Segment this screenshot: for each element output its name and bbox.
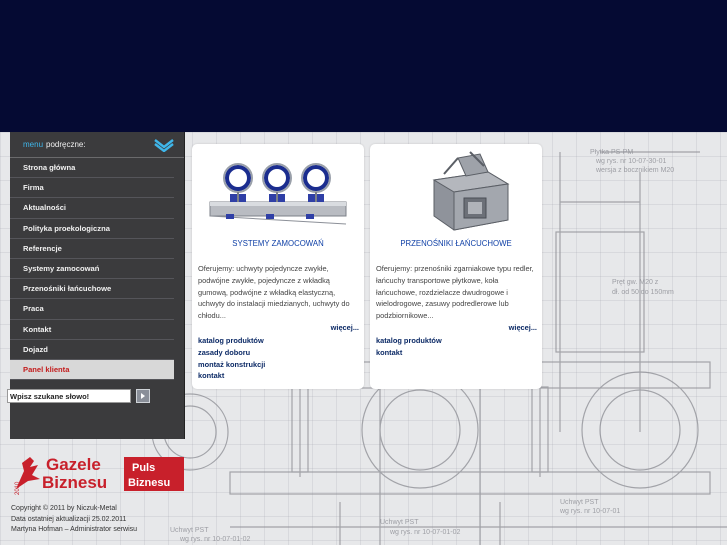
sidebar-item-firma[interactable]: Firma <box>10 178 174 199</box>
chevron-down-icon[interactable] <box>153 138 175 152</box>
search-input[interactable] <box>7 389 131 403</box>
footer-admin: Martyna Hofman – Administrator serwisu <box>11 526 138 533</box>
search-submit-button[interactable] <box>136 389 150 403</box>
menu-header: menu podręczne: <box>10 132 184 158</box>
logo-line2: Biznesu <box>42 473 107 492</box>
link-katalog-produktow[interactable]: katalog produktów <box>198 335 265 347</box>
sidebar-item-przenosniki-lancuchowe[interactable]: Przenośniki łańcuchowe <box>10 279 174 300</box>
card-links: katalog produktów zasady doboru montaż k… <box>198 335 265 382</box>
sidebar-item-referencje[interactable]: Referencje <box>10 239 174 259</box>
menu-title-word1: menu <box>23 140 44 149</box>
svg-text:wersja z bocznikiem M20: wersja z bocznikiem M20 <box>595 167 674 174</box>
link-montaz-konstrukcji[interactable]: montaż konstrukcji <box>198 359 265 371</box>
menu-title-word2: podręczne: <box>46 140 86 149</box>
svg-text:wg rys. nr 10-07-01-02: wg rys. nr 10-07-01-02 <box>179 536 251 543</box>
chain-conveyor-image[interactable] <box>384 150 528 236</box>
logo-year: 2010 <box>15 481 21 495</box>
link-kontakt[interactable]: kontakt <box>376 347 442 359</box>
product-card-systemy-zamocowan: SYSTEMY ZAMOCOWAŃ Oferujemy: uchwyty poj… <box>192 144 364 389</box>
card-description: Oferujemy: uchwyty pojedyncze zwykłe, po… <box>198 264 350 321</box>
card-title[interactable]: PRZENOŚNIKI ŁAŃCUCHOWE <box>370 239 542 248</box>
product-card-przenosniki-lancuchowe: PRZENOŚNIKI ŁAŃCUCHOWE Oferujemy: przeno… <box>370 144 542 389</box>
menu-list: Strona główna Firma Aktualności Polityka… <box>10 158 184 381</box>
page-footer: Copyright © 2011 by Niczuk-Metal Data os… <box>11 504 137 536</box>
search-bar <box>7 386 185 406</box>
more-link[interactable]: więcej... <box>331 323 359 332</box>
sidebar-item-panel-klienta[interactable]: Panel klienta <box>10 359 174 381</box>
logo-brand2: Biznesu <box>128 477 170 489</box>
sidebar-item-kontakt[interactable]: Kontakt <box>10 320 174 340</box>
svg-text:Pręt gw. M20 z: Pręt gw. M20 z <box>612 279 659 286</box>
sidebar-item-praca[interactable]: Praca <box>10 299 174 320</box>
svg-text:wg rys. nr 10-07-01-02: wg rys. nr 10-07-01-02 <box>389 529 461 536</box>
page-header <box>0 0 727 132</box>
more-link[interactable]: więcej... <box>509 323 537 332</box>
card-links: katalog produktów kontakt <box>376 335 442 359</box>
logo-line1: Gazele <box>46 455 101 474</box>
svg-text:Płytka PS-PM: Płytka PS-PM <box>590 149 633 156</box>
svg-text:dł. od 50 do 150mm: dł. od 50 do 150mm <box>612 289 674 296</box>
logo-brand1: Puls <box>132 462 155 474</box>
sidebar-item-aktualnosci[interactable]: Aktualności <box>10 198 174 219</box>
card-description: Oferujemy: przenośniki zgarniakowe typu … <box>376 264 534 321</box>
svg-text:wg rys. nr 10-07-01: wg rys. nr 10-07-01 <box>559 508 620 515</box>
gazele-biznesu-logo[interactable]: 2010 Gazele Biznesu Puls Biznesu <box>10 451 186 495</box>
sidebar-item-polityka-proekologiczna[interactable]: Polityka proekologiczna <box>10 219 174 239</box>
link-kontakt[interactable]: kontakt <box>198 370 265 382</box>
svg-text:Uchwyt PST: Uchwyt PST <box>560 499 599 506</box>
link-katalog-produktow[interactable]: katalog produktów <box>376 335 442 347</box>
sidebar-item-systemy-zamocowan[interactable]: Systemy zamocowań <box>10 259 174 280</box>
sidebar-menu: menu podręczne: Strona główna Firma Aktu… <box>7 132 185 439</box>
link-zasady-doboru[interactable]: zasady doboru <box>198 347 265 359</box>
footer-last-update: Data ostatniej aktualizacji 25.02.2011 <box>11 515 127 523</box>
sidebar-item-strona-glowna[interactable]: Strona główna <box>10 158 174 179</box>
footer-copyright: Copyright © 2011 by Niczuk-Metal <box>11 505 117 512</box>
card-title[interactable]: SYSTEMY ZAMOCOWAŃ <box>192 239 364 248</box>
pipe-clamps-image[interactable] <box>206 150 350 236</box>
arrow-right-icon <box>141 393 145 399</box>
svg-text:Uchwyt PST: Uchwyt PST <box>380 519 419 526</box>
svg-text:Uchwyt PST: Uchwyt PST <box>170 527 209 534</box>
svg-text:wg rys. nr 10-07-30-01: wg rys. nr 10-07-30-01 <box>595 158 667 165</box>
sidebar-item-dojazd[interactable]: Dojazd <box>10 340 174 360</box>
